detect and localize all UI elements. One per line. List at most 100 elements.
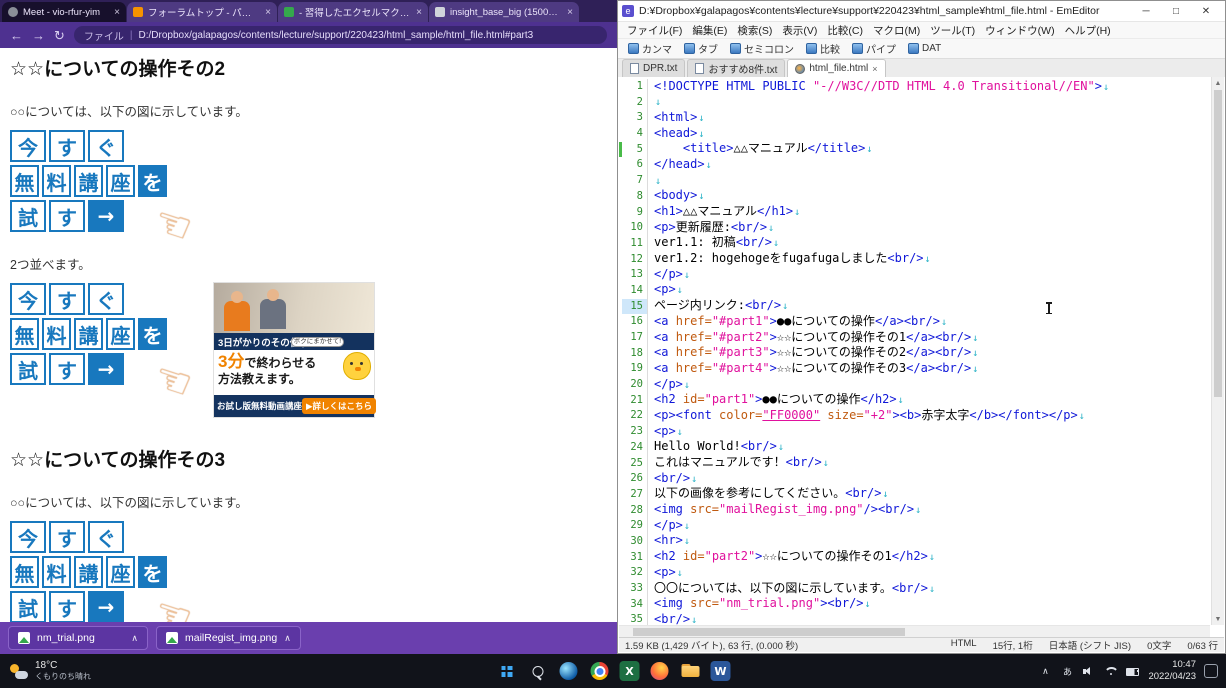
scrollbar-thumb[interactable] <box>633 628 905 636</box>
menu-item[interactable]: 編集(E) <box>687 23 732 38</box>
browser-tab[interactable]: - 習得したエクセルマクロを使いこな...× <box>278 2 428 22</box>
horizontal-scrollbar[interactable] <box>619 625 1210 637</box>
scroll-down-icon[interactable]: ▼ <box>1212 613 1224 625</box>
download-chip[interactable]: nm_trial.png∧ <box>8 626 148 650</box>
volume-icon[interactable] <box>1082 664 1096 678</box>
code-line[interactable]: 6</head>↓ <box>619 157 1210 173</box>
maximize-button[interactable]: □ <box>1161 2 1191 20</box>
firefox-icon[interactable] <box>649 660 671 682</box>
code-line[interactable]: 31<h2 id="part2">☆☆についての操作その1</h2>↓ <box>619 550 1210 566</box>
menu-item[interactable]: 検索(S) <box>732 23 777 38</box>
code-line[interactable]: 24Hello World!<br/>↓ <box>619 440 1210 456</box>
browser-tab[interactable]: Meet - vio-rfur-yim× <box>2 2 126 22</box>
scroll-up-icon[interactable]: ▲ <box>1212 77 1224 89</box>
menu-item[interactable]: 表示(V) <box>777 23 822 38</box>
word-icon[interactable]: W <box>711 661 731 681</box>
code-line[interactable]: 7↓ <box>619 173 1210 189</box>
code-line[interactable]: 13</p>↓ <box>619 267 1210 283</box>
code-line[interactable]: 18<a href="#part3">☆☆についての操作その2</a><br/>… <box>619 346 1210 362</box>
tab-close-icon[interactable]: × <box>114 7 120 18</box>
reload-button[interactable]: ↻ <box>54 29 65 42</box>
document-tab[interactable]: html_file.html× <box>787 59 885 77</box>
scrollbar-thumb[interactable] <box>1214 90 1222 397</box>
tab-close-icon[interactable]: × <box>567 7 573 18</box>
forward-button[interactable]: → <box>32 29 45 42</box>
code-line[interactable]: 30<hr>↓ <box>619 534 1210 550</box>
toolbar-button[interactable]: DAT <box>904 42 945 55</box>
document-tab[interactable]: DPR.txt <box>622 59 685 77</box>
chevron-up-icon[interactable]: ∧ <box>1038 664 1052 678</box>
browser-tab[interactable]: insight_base_big (1500×550)× <box>429 2 579 22</box>
close-button[interactable]: ✕ <box>1191 2 1221 20</box>
code-line[interactable]: 16<a href="#part1">●●についての操作</a><br/>↓ <box>619 314 1210 330</box>
code-line[interactable]: 14<p>↓ <box>619 283 1210 299</box>
code-line[interactable]: 25これはマニュアルです！<br/>↓ <box>619 456 1210 472</box>
menu-item[interactable]: ウィンドウ(W) <box>980 23 1059 38</box>
code-text: <a href="#part1">●●についての操作</a><br/>↓ <box>654 314 947 331</box>
download-chip[interactable]: mailRegist_img.png∧ <box>156 626 301 650</box>
code-line[interactable]: 26<br/>↓ <box>619 471 1210 487</box>
status-right: HTML15行, 1桁日本語 (シフト JIS)0文字0/63 行 <box>951 638 1218 652</box>
code-line[interactable]: 19<a href="#part4">☆☆についての操作その3</a><br/>… <box>619 361 1210 377</box>
code-line[interactable]: 27以下の画像を参考にしてください。<br/>↓ <box>619 487 1210 503</box>
toolbar-button[interactable]: カンマ <box>624 40 676 57</box>
code-line[interactable]: 11ver1.1: 初稿<br/>↓ <box>619 236 1210 252</box>
search-icon[interactable] <box>527 660 549 682</box>
toolbar-button[interactable]: 比較 <box>802 40 844 57</box>
start-icon[interactable] <box>496 660 518 682</box>
code-line[interactable]: 8<body>↓ <box>619 189 1210 205</box>
code-line[interactable]: 4<head>↓ <box>619 126 1210 142</box>
editor-title-bar[interactable]: e D:¥Dropbox¥galapagos¥contents¥lecture¥… <box>618 1 1225 21</box>
code-line[interactable]: 17<a href="#part2">☆☆についての操作その1</a><br/>… <box>619 330 1210 346</box>
document-tab[interactable]: おすすめ8件.txt <box>687 59 785 77</box>
browser-tab[interactable]: フォーラムトップ - パソコン仕事5倍...× <box>127 2 277 22</box>
chevron-up-icon[interactable]: ∧ <box>131 633 138 644</box>
wifi-icon[interactable] <box>1104 664 1118 678</box>
code-line[interactable]: 23<p>↓ <box>619 424 1210 440</box>
code-line[interactable]: 33〇〇については、以下の図に示しています。<br/>↓ <box>619 581 1210 597</box>
toolbar-button[interactable]: セミコロン <box>726 40 798 57</box>
code-line[interactable]: 5 <title>△△マニュアル</title>↓ <box>619 142 1210 158</box>
code-line[interactable]: 29</p>↓ <box>619 518 1210 534</box>
code-line[interactable]: 3<html>↓ <box>619 110 1210 126</box>
taskbar-clock[interactable]: 10:47 2022/04/23 <box>1148 659 1196 684</box>
code-line[interactable]: 12ver1.2: hogehogeをfugafugaしました<br/>↓ <box>619 252 1210 268</box>
address-bar[interactable]: ファイル | D:/Dropbox/galapagos/contents/lec… <box>74 26 607 44</box>
toolbar-button[interactable]: パイプ <box>848 40 900 57</box>
menu-item[interactable]: ファイル(F) <box>622 23 687 38</box>
tab-close-icon[interactable]: × <box>416 7 422 18</box>
tab-close-icon[interactable]: × <box>265 7 271 18</box>
editor-body[interactable]: 1<!DOCTYPE HTML PUBLIC "-//W3C//DTD HTML… <box>619 77 1224 625</box>
ime-japanese-icon[interactable]: あ <box>1060 664 1074 678</box>
menu-item[interactable]: ヘルプ(H) <box>1060 23 1116 38</box>
menu-item[interactable]: 比較(C) <box>822 23 868 38</box>
chrome-icon[interactable] <box>589 660 611 682</box>
code-line[interactable]: 20</p>↓ <box>619 377 1210 393</box>
back-button[interactable]: ← <box>10 29 23 42</box>
code-line[interactable]: 28<img src="mailRegist_img.png"/><br/>↓ <box>619 503 1210 519</box>
code-line[interactable]: 32<p>↓ <box>619 565 1210 581</box>
code-line[interactable]: 34<img src="nm_trial.png"><br/>↓ <box>619 597 1210 613</box>
folder-icon[interactable] <box>680 660 702 682</box>
menu-item[interactable]: マクロ(M) <box>868 23 925 38</box>
code-line[interactable]: 35<br/>↓ <box>619 612 1210 625</box>
code-line[interactable]: 15ページ内リンク:<br/>↓ <box>619 299 1210 315</box>
chevron-up-icon[interactable]: ∧ <box>284 633 291 644</box>
tab-close-icon[interactable]: × <box>872 64 877 74</box>
code-line[interactable]: 22<p><font color="FF0000" size="+2"><b>赤… <box>619 408 1210 424</box>
code-line[interactable]: 2↓ <box>619 95 1210 111</box>
code-line[interactable]: 10<p>更新履歴:<br/>↓ <box>619 220 1210 236</box>
vertical-scrollbar[interactable]: ▲ ▼ <box>1211 77 1224 625</box>
toolbar-button[interactable]: タブ <box>680 40 722 57</box>
excel-icon[interactable]: X <box>620 661 640 681</box>
minimize-button[interactable]: ─ <box>1131 2 1161 20</box>
menu-item[interactable]: ツール(T) <box>925 23 980 38</box>
code-line[interactable]: 1<!DOCTYPE HTML PUBLIC "-//W3C//DTD HTML… <box>619 79 1210 95</box>
notification-center-icon[interactable] <box>1204 664 1218 678</box>
code-line[interactable]: 9<h1>△△マニュアル</h1>↓ <box>619 205 1210 221</box>
edge-icon[interactable] <box>558 660 580 682</box>
battery-icon[interactable] <box>1126 664 1140 678</box>
code-area[interactable]: 1<!DOCTYPE HTML PUBLIC "-//W3C//DTD HTML… <box>619 79 1210 625</box>
weather-widget[interactable]: 18°C くもりのち晴れ <box>0 660 101 682</box>
code-line[interactable]: 21<h2 id="part1">●●についての操作</h2>↓ <box>619 393 1210 409</box>
